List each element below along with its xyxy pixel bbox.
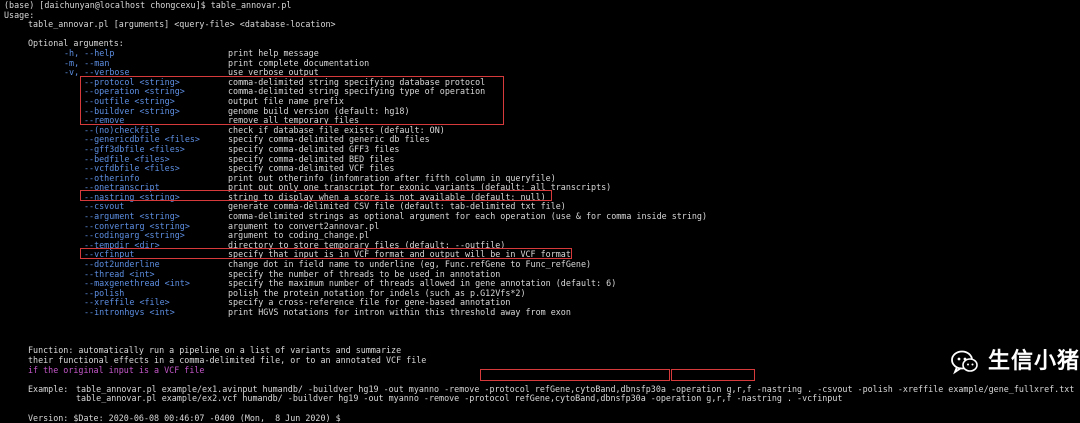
example-label: Example:	[28, 383, 69, 394]
option-row-man: -m, --man print complete documentation	[4, 58, 1074, 69]
highlight-box-nastring	[80, 190, 552, 201]
option-name: --intronhgvs <int>	[84, 307, 175, 317]
version-line: Version: $Date: 2020-06-08 00:46:07 -040…	[28, 412, 341, 423]
option-row-maxgenethread: --maxgenethread <int> specify the maximum…	[4, 279, 1074, 289]
option-row-dot2underline: --dot2underline change dot in field name …	[4, 259, 1074, 270]
optional-heading: Optional arguments:	[28, 38, 124, 49]
example-command-2: table_annovar.pl example/ex2.vcf humandb…	[76, 393, 843, 404]
example-line-2: table_annovar.pl example/ex2.vcf humandb…	[4, 394, 1074, 404]
option-desc: print HGVS notations for intron within t…	[228, 307, 571, 317]
prompt-line: (base) [daichunyan@localhost chongcexu]$…	[4, 0, 292, 10]
highlight-box-example-protocol	[480, 369, 670, 381]
usage-line: table_annovar.pl [arguments] <query-file…	[28, 19, 336, 30]
highlight-box-protocol-remove	[80, 76, 504, 125]
highlight-box-vcfinput	[80, 248, 572, 259]
option-row-help: -h, --help print help message	[4, 48, 1074, 59]
wechat-icon	[951, 350, 978, 375]
option-row-codingarg: --codingarg <string> argument to coding_c…	[4, 231, 1074, 241]
watermark-text: 生信小猪	[988, 349, 1080, 375]
highlight-box-example-operation	[671, 369, 755, 381]
option-row-intronhgvs: --intronhgvs <int> print HGVS notations f…	[4, 307, 1074, 318]
watermark: 生信小猪	[950, 347, 1080, 377]
terminal-window[interactable]: (base) [daichunyan@localhost chongcexu]$…	[4, 0, 1074, 423]
